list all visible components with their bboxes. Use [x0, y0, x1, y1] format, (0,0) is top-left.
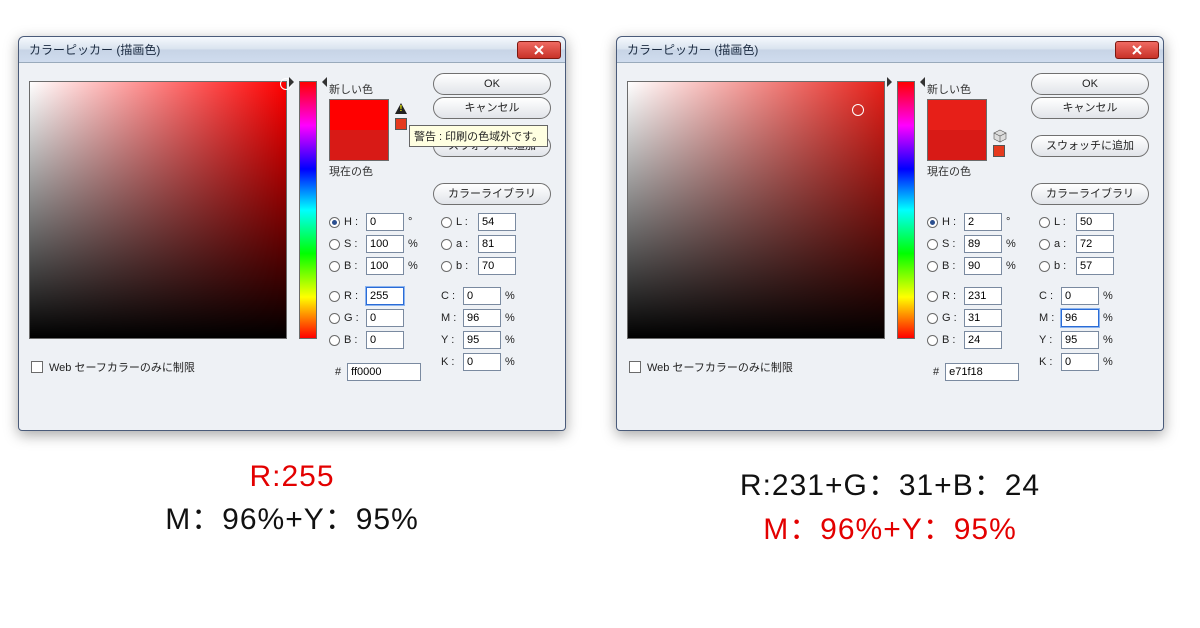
swatch-new[interactable]: [928, 100, 986, 130]
saturation-value-field[interactable]: [627, 81, 885, 339]
web-safe-checkbox[interactable]: [31, 361, 43, 373]
titlebar[interactable]: カラーピッカー (描画色): [19, 37, 565, 63]
input-c[interactable]: [463, 287, 501, 305]
color-library-button[interactable]: カラーライブラリ: [1031, 183, 1149, 205]
gamut-tooltip: 警告 : 印刷の色域外です。: [409, 125, 548, 147]
input-b[interactable]: [1076, 257, 1114, 275]
input-a[interactable]: [1076, 235, 1114, 253]
input-c[interactable]: [1061, 287, 1099, 305]
gamut-warning-icon[interactable]: [395, 103, 407, 114]
color-swatch: [927, 99, 987, 161]
cancel-button[interactable]: キャンセル: [1031, 97, 1149, 119]
input-hex[interactable]: [945, 363, 1019, 381]
close-button[interactable]: [517, 41, 561, 59]
web-safe-row[interactable]: Web セーフカラーのみに制限: [31, 359, 195, 375]
web-safe-checkbox[interactable]: [629, 361, 641, 373]
input-bc[interactable]: [964, 331, 1002, 349]
ok-button[interactable]: OK: [1031, 73, 1149, 95]
radio-bc[interactable]: [329, 335, 340, 346]
radio-b[interactable]: [441, 261, 452, 272]
web-safe-label: Web セーフカラーのみに制限: [49, 359, 195, 375]
saturation-value-field[interactable]: [29, 81, 287, 339]
radio-h[interactable]: [927, 217, 938, 228]
current-color-label: 現在の色: [927, 163, 1003, 179]
input-k[interactable]: [1061, 353, 1099, 371]
hex-label: #: [933, 366, 939, 378]
titlebar[interactable]: カラーピッカー (描画色): [617, 37, 1163, 63]
radio-r[interactable]: [927, 291, 938, 302]
radio-l[interactable]: [1039, 217, 1050, 228]
input-a[interactable]: [478, 235, 516, 253]
input-bc[interactable]: [366, 331, 404, 349]
current-color-label: 現在の色: [329, 163, 405, 179]
radio-l[interactable]: [441, 217, 452, 228]
input-hex[interactable]: [347, 363, 421, 381]
input-r[interactable]: [366, 287, 404, 305]
add-swatch-button[interactable]: スウォッチに追加: [1031, 135, 1149, 157]
swatch-new[interactable]: [330, 100, 388, 130]
input-g[interactable]: [366, 309, 404, 327]
dialog-title: カラーピッカー (描画色): [29, 41, 517, 58]
ok-button[interactable]: OK: [433, 73, 551, 95]
new-color-label: 新しい色: [329, 81, 405, 97]
radio-bv[interactable]: [329, 261, 340, 272]
color-picker-dialog: カラーピッカー (描画色) 新しい色 現在の色 OK キャ: [616, 36, 1164, 431]
input-g[interactable]: [964, 309, 1002, 327]
caption-left: R:255 M：96%+Y：95%: [18, 460, 566, 538]
input-s[interactable]: [366, 235, 404, 253]
dialog-title: カラーピッカー (描画色): [627, 41, 1115, 58]
color-picker-dialog: カラーピッカー (描画色) 新しい色 現在の色 警告 : 印刷の色域外です。 O…: [18, 36, 566, 431]
websafe-cube-icon[interactable]: [993, 129, 1005, 141]
radio-a[interactable]: [1039, 239, 1050, 250]
web-safe-row[interactable]: Web セーフカラーのみに制限: [629, 359, 793, 375]
sv-cursor[interactable]: [852, 104, 864, 116]
hue-strip[interactable]: [299, 81, 317, 339]
input-b[interactable]: [478, 257, 516, 275]
cancel-button[interactable]: キャンセル: [433, 97, 551, 119]
swatch-current[interactable]: [330, 130, 388, 160]
input-y[interactable]: [463, 331, 501, 349]
input-m[interactable]: [463, 309, 501, 327]
radio-bc[interactable]: [927, 335, 938, 346]
radio-h[interactable]: [329, 217, 340, 228]
input-l[interactable]: [478, 213, 516, 231]
color-swatch: [329, 99, 389, 161]
swatch-current[interactable]: [928, 130, 986, 160]
radio-r[interactable]: [329, 291, 340, 302]
radio-g[interactable]: [329, 313, 340, 324]
radio-g[interactable]: [927, 313, 938, 324]
color-library-button[interactable]: カラーライブラリ: [433, 183, 551, 205]
gamut-swatch[interactable]: [395, 118, 407, 130]
radio-a[interactable]: [441, 239, 452, 250]
new-color-label: 新しい色: [927, 81, 1003, 97]
input-bv[interactable]: [366, 257, 404, 275]
sv-cursor[interactable]: [280, 78, 292, 90]
hex-label: #: [335, 366, 341, 378]
radio-bv[interactable]: [927, 261, 938, 272]
input-s[interactable]: [964, 235, 1002, 253]
input-l[interactable]: [1076, 213, 1114, 231]
caption-right: R:231+G：31+B：24 M：96%+Y：95%: [616, 460, 1164, 548]
input-k[interactable]: [463, 353, 501, 371]
input-m[interactable]: [1061, 309, 1099, 327]
hue-strip[interactable]: [897, 81, 915, 339]
input-h[interactable]: [366, 213, 404, 231]
close-button[interactable]: [1115, 41, 1159, 59]
gamut-swatch[interactable]: [993, 145, 1005, 157]
radio-s[interactable]: [927, 239, 938, 250]
input-h[interactable]: [964, 213, 1002, 231]
input-r[interactable]: [964, 287, 1002, 305]
radio-b[interactable]: [1039, 261, 1050, 272]
input-bv[interactable]: [964, 257, 1002, 275]
input-y[interactable]: [1061, 331, 1099, 349]
radio-s[interactable]: [329, 239, 340, 250]
web-safe-label: Web セーフカラーのみに制限: [647, 359, 793, 375]
